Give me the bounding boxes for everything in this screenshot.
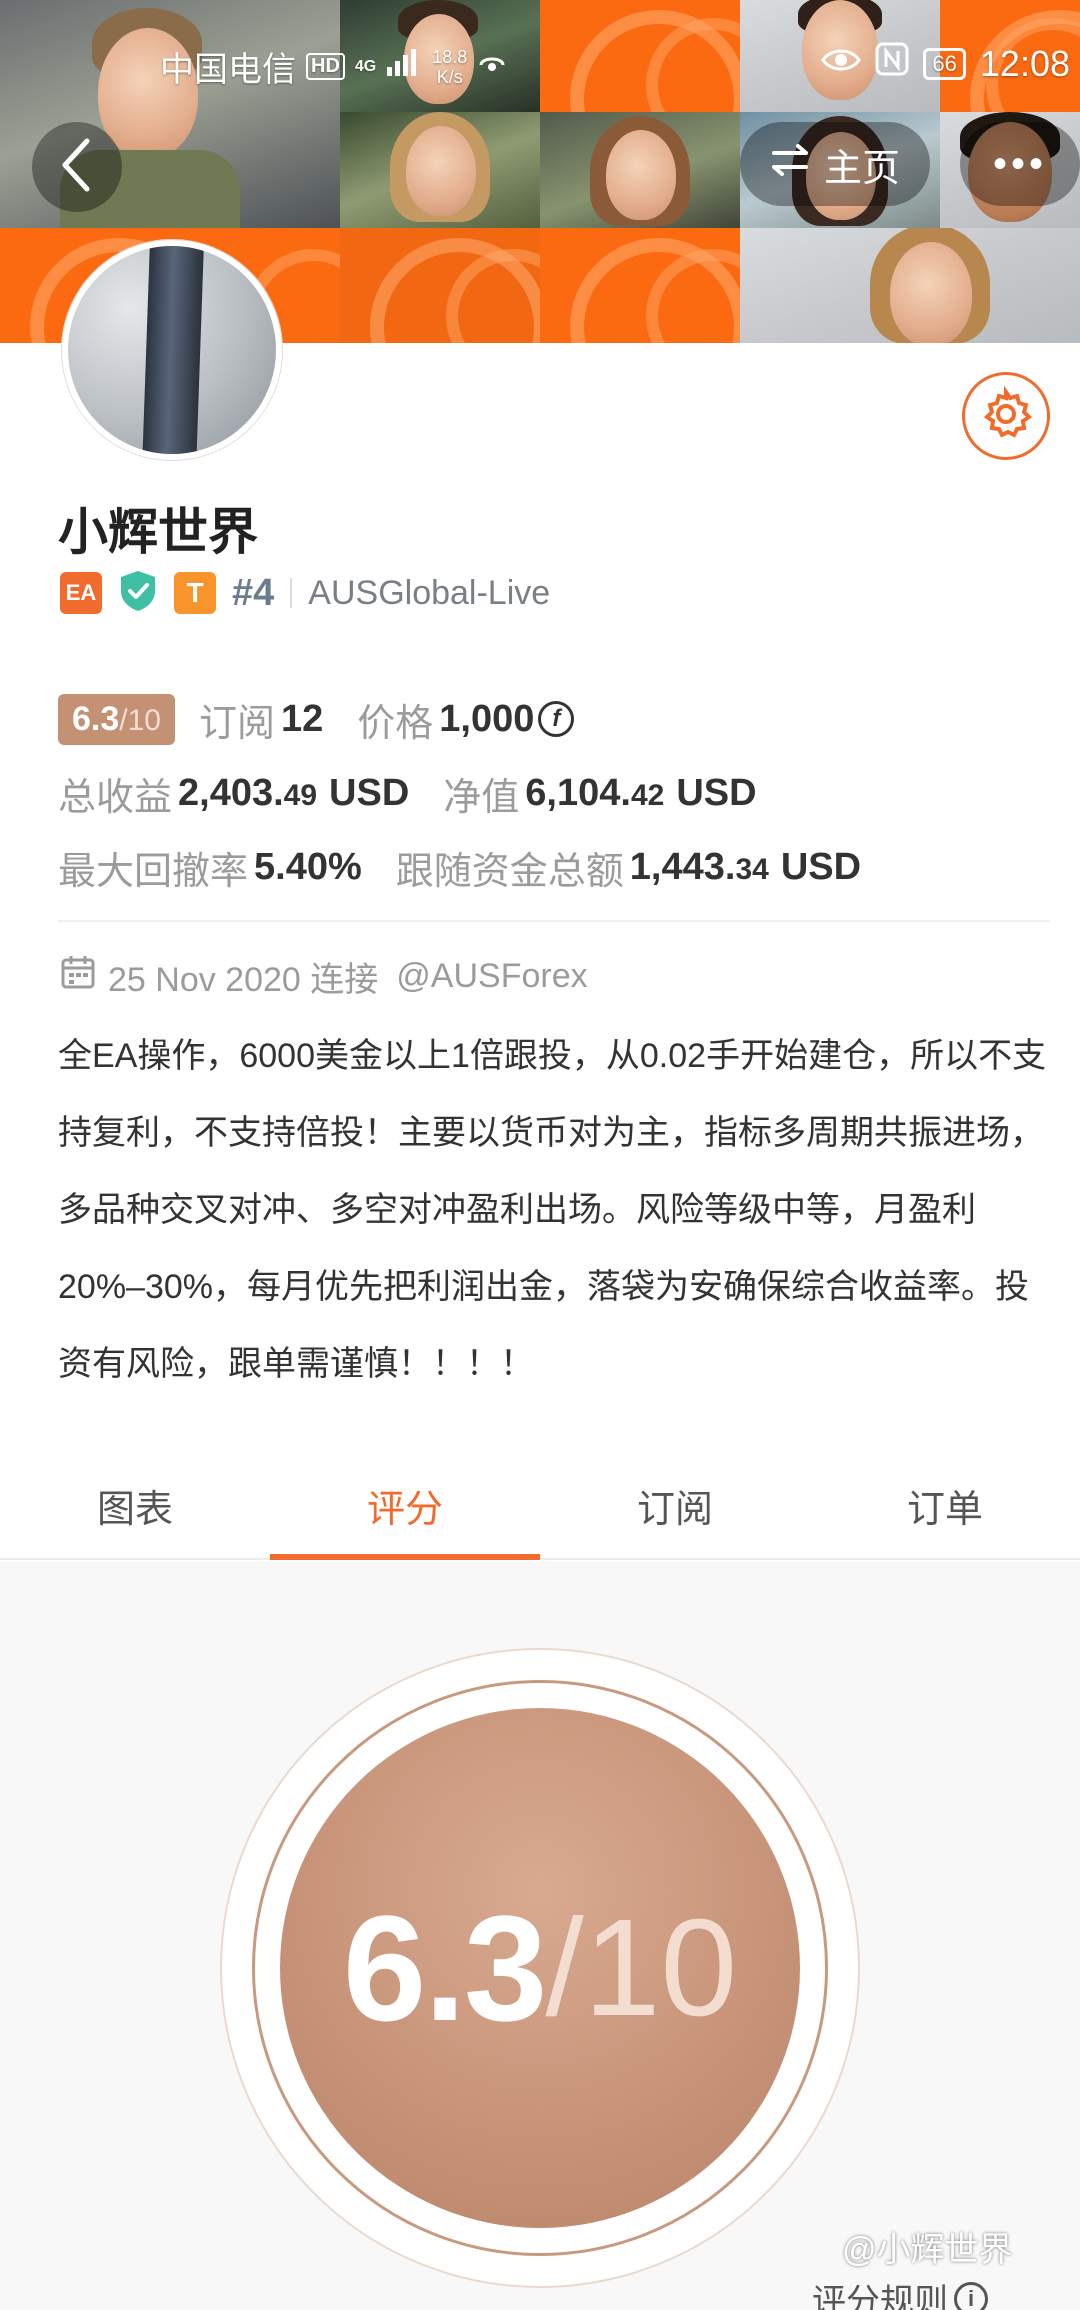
tab-rating[interactable]: 评分 xyxy=(270,1452,540,1560)
price-value: 1,000 xyxy=(439,697,535,740)
more-options-button[interactable]: ••• xyxy=(960,122,1080,206)
banner-photo xyxy=(740,228,1080,343)
stats-row-3: 最大回撤率 5.40% 跟随资金总额 1,443.34 USD xyxy=(58,830,1038,904)
status-bar: 中国电信 HD 4G 18.8 K/s 66 12:08 xyxy=(0,30,1080,100)
total-profit-value: 2,403.49 xyxy=(178,771,318,814)
t-badge: T xyxy=(174,572,216,614)
avatar[interactable] xyxy=(62,240,282,460)
more-icon: ••• xyxy=(992,141,1047,186)
net-value-unit: USD xyxy=(676,771,757,814)
score-chip-denominator: /10 xyxy=(119,703,161,737)
total-profit-label: 总收益 xyxy=(58,776,173,819)
server-name: AUSGlobal-Live xyxy=(308,573,551,612)
net-speed-value: 18.8 xyxy=(432,46,468,67)
settings-button[interactable] xyxy=(962,372,1050,460)
divider xyxy=(58,920,1050,922)
signal-icon xyxy=(386,47,422,86)
home-button[interactable]: 主页 xyxy=(740,122,930,206)
follow-funds-label: 跟随资金总额 xyxy=(395,850,624,893)
rating-rules-label: 评分规则 xyxy=(812,2283,948,2310)
follow-funds-unit: USD xyxy=(780,845,862,888)
net-value-label: 净值 xyxy=(443,776,520,819)
nfc-icon xyxy=(875,42,909,85)
subscribe-label: 订阅 xyxy=(198,702,275,745)
divider xyxy=(290,578,293,608)
carrier-label: 中国电信 xyxy=(160,51,296,89)
watermark: @小辉世界 xyxy=(842,2231,1013,2269)
back-button[interactable] xyxy=(32,122,122,212)
tab-subscribe[interactable]: 订阅 xyxy=(540,1452,810,1558)
stats-row-2: 总收益 2,403.49 USD 净值 6,104.42 USD xyxy=(58,756,1038,830)
home-button-label: 主页 xyxy=(823,147,900,190)
rating-rules-link[interactable]: 评分规则 i xyxy=(812,2274,988,2310)
score-value: 6.3 xyxy=(342,1883,548,2052)
tab-orders[interactable]: 订单 xyxy=(810,1452,1080,1558)
price-label: 价格 xyxy=(357,702,434,745)
info-icon: i xyxy=(954,2281,988,2310)
banner-photo xyxy=(340,112,540,228)
banner-photo xyxy=(540,112,740,228)
verified-shield-icon xyxy=(118,569,158,618)
coin-icon: f xyxy=(538,701,575,737)
stats-row-1: 6.3/10 订阅 12 价格 1,000 f xyxy=(58,682,1038,756)
connection-date: 25 Nov 2020 连接 xyxy=(108,961,379,999)
score-circle: 6.3/10 xyxy=(280,1708,800,2228)
back-arrow-icon xyxy=(57,137,97,198)
profile-name: 小辉世界 xyxy=(58,504,258,560)
net-value-value: 6,104.42 xyxy=(525,771,665,814)
clock: 12:08 xyxy=(979,42,1070,84)
tab-bar: 图表 评分 订阅 订单 xyxy=(0,1452,1080,1560)
score-chip-value: 6.3 xyxy=(72,699,120,738)
badge-row: EA T #4 AUSGlobal-Live xyxy=(60,568,550,618)
banner-pattern xyxy=(340,228,540,343)
connection-row: 25 Nov 2020 连接 @AUSForex xyxy=(60,952,588,1001)
hotspot-icon xyxy=(477,47,507,86)
network-type: 4G xyxy=(354,57,377,75)
rank-label: #4 xyxy=(232,571,275,614)
broker-handle[interactable]: @AUSForex xyxy=(396,957,587,996)
score-denominator: /10 xyxy=(545,1890,738,2045)
total-profit-unit: USD xyxy=(329,771,410,814)
drawdown-label: 最大回撤率 xyxy=(58,850,249,893)
ea-badge: EA xyxy=(60,572,102,614)
hd-badge: HD xyxy=(306,53,345,80)
follow-funds-value: 1,443.34 xyxy=(629,845,769,888)
net-speed: 18.8 K/s xyxy=(432,47,467,87)
drawdown-value: 5.40% xyxy=(254,845,362,888)
banner-pattern xyxy=(540,228,740,343)
calendar-icon xyxy=(60,954,96,999)
switch-icon xyxy=(770,143,810,186)
strategy-description: 全EA操作，6000美金以上1倍跟投，从0.02手开始建仓，所以不支持复利，不支… xyxy=(58,1037,1047,1383)
battery-icon: 66 xyxy=(923,47,966,80)
subscribe-count: 12 xyxy=(281,697,324,740)
score-chip[interactable]: 6.3/10 xyxy=(58,693,175,745)
stats-block: 6.3/10 订阅 12 价格 1,000 f 总收益 2,403.49 USD… xyxy=(58,682,1038,904)
gear-icon xyxy=(978,384,1034,447)
net-speed-unit: K/s xyxy=(436,66,463,87)
tab-chart[interactable]: 图表 xyxy=(0,1452,270,1558)
eye-icon xyxy=(821,44,862,83)
